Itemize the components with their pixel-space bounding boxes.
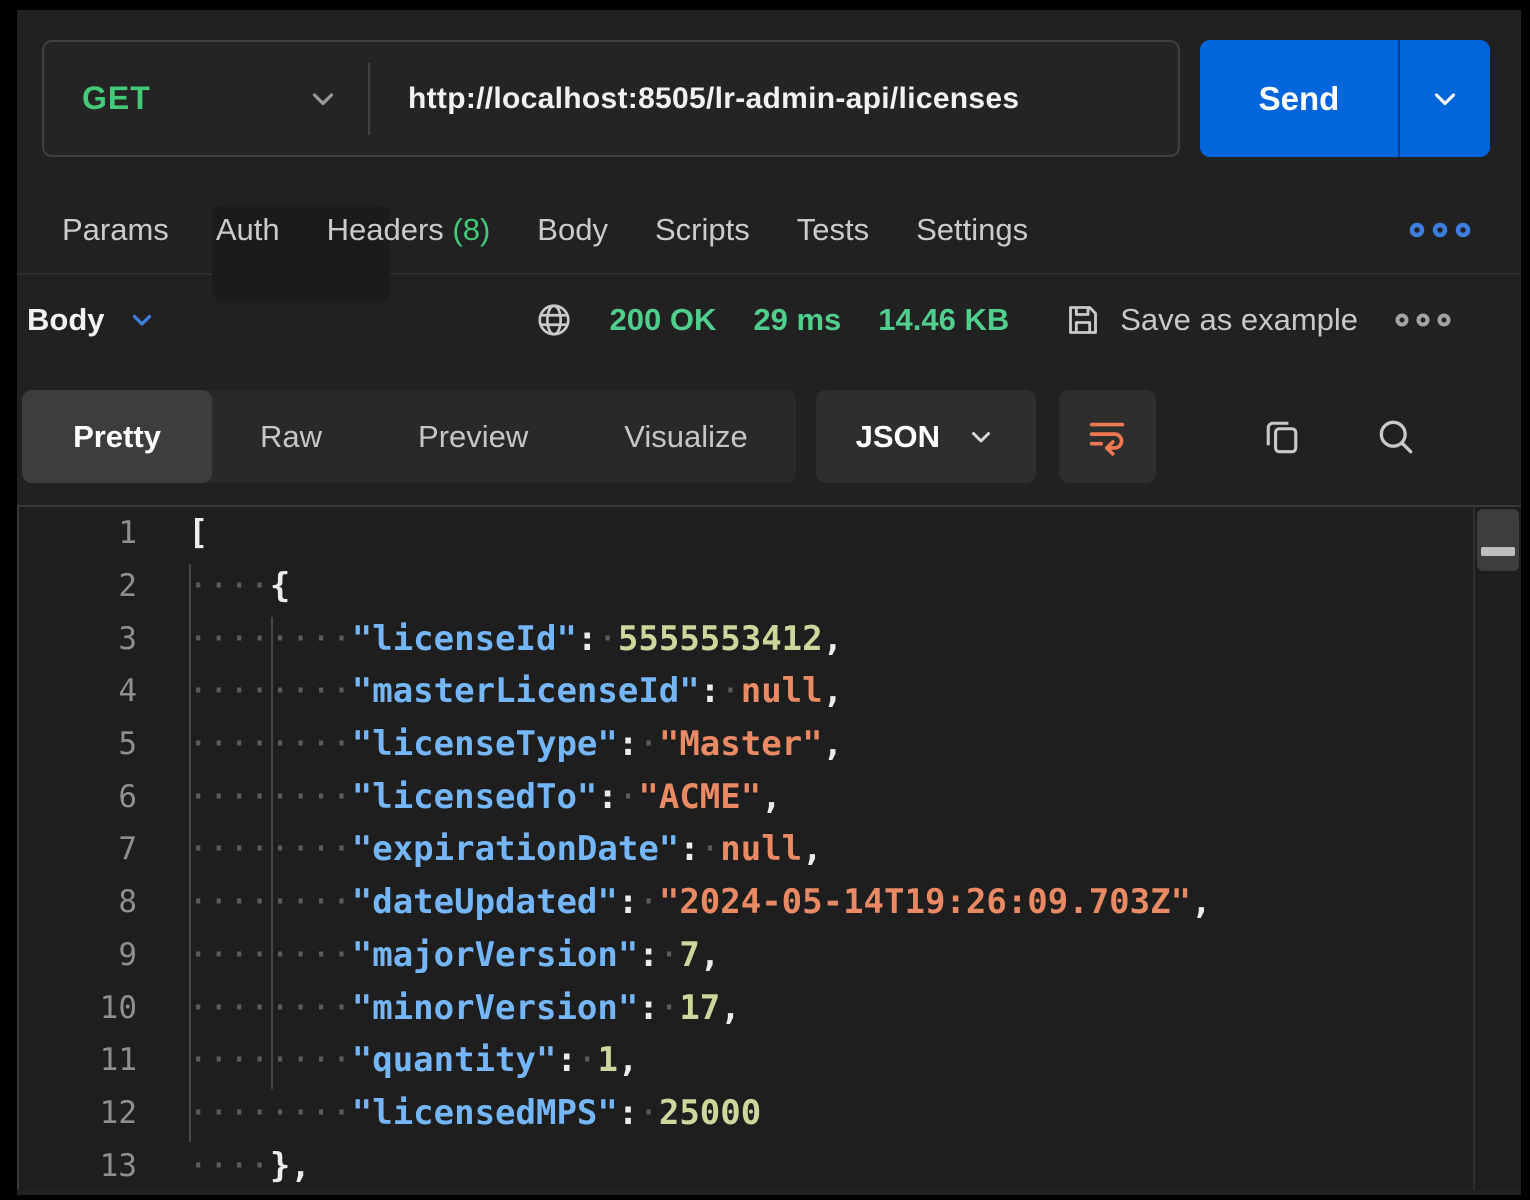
request-tabs: Params Auth Headers (8) Body Scripts Tes… [62, 200, 1471, 260]
tab-scripts[interactable]: Scripts [655, 212, 750, 248]
indent-guide [271, 617, 273, 1089]
save-as-example-button[interactable]: Save as example [1120, 302, 1358, 338]
tab-headers[interactable]: Headers (8) [327, 212, 491, 248]
headers-count-badge: (8) [452, 212, 490, 247]
code-line: 6········"licensedTo":·"ACME", [19, 770, 1521, 823]
tab-params[interactable]: Params [62, 212, 169, 248]
line-number: 5 [19, 726, 137, 762]
code-line: 3········"licenseId":·5555553412, [19, 612, 1521, 665]
code-line: 4········"masterLicenseId":·null, [19, 665, 1521, 718]
url-input[interactable]: http://localhost:8505/lr-admin-api/licen… [408, 82, 1019, 116]
send-options-button[interactable] [1400, 40, 1490, 157]
code-line: 2····{ [19, 560, 1521, 613]
code-line: 8········"dateUpdated":·"2024-05-14T19:2… [19, 876, 1521, 929]
status-badge[interactable]: 200 OK [610, 302, 717, 338]
response-body-editor[interactable]: 1[2····{3········"licenseId":·5555553412… [17, 505, 1521, 1190]
wrap-text-button[interactable] [1059, 390, 1156, 483]
line-number: 10 [19, 990, 137, 1026]
line-number: 1 [19, 515, 137, 551]
save-icon[interactable] [1063, 300, 1103, 340]
search-icon[interactable] [1374, 415, 1418, 459]
tab-settings[interactable]: Settings [916, 212, 1028, 248]
chevron-down-icon [966, 422, 996, 452]
line-number: 4 [19, 673, 137, 709]
line-number: 12 [19, 1095, 137, 1131]
scrollbar-thumb[interactable] [1477, 509, 1519, 571]
scrollbar-track[interactable] [1473, 507, 1521, 1190]
line-number: 7 [19, 831, 137, 867]
more-options-icon[interactable] [1395, 307, 1451, 333]
line-number: 6 [19, 779, 137, 815]
globe-icon [535, 301, 573, 339]
scrollbar-marker [1481, 547, 1515, 556]
code-line: 12········"licensedMPS":·25000 [19, 1087, 1521, 1140]
response-size[interactable]: 14.46 KB [878, 302, 1009, 338]
copy-icon[interactable] [1260, 415, 1304, 459]
view-tab-preview[interactable]: Preview [370, 390, 576, 483]
code-line: 9········"majorVersion":·7, [19, 929, 1521, 982]
tab-tests[interactable]: Tests [797, 212, 869, 248]
code-line: 10········"minorVersion":·17, [19, 981, 1521, 1034]
method-selector[interactable]: GET [44, 80, 368, 117]
tab-body[interactable]: Body [537, 212, 608, 248]
chevron-down-icon [306, 82, 340, 116]
indent-guide [189, 564, 191, 1142]
more-options-icon[interactable] [1409, 216, 1471, 244]
wrap-text-icon [1084, 414, 1130, 460]
response-view-bar: Pretty Raw Preview Visualize JSON [22, 390, 1521, 483]
view-tab-raw[interactable]: Raw [212, 390, 370, 483]
method-label: GET [82, 80, 151, 117]
code-lines: 1[2····{3········"licenseId":·5555553412… [19, 507, 1521, 1190]
response-pane-selector[interactable]: Body [27, 302, 105, 338]
code-line: 5········"licenseType":·"Master", [19, 718, 1521, 771]
view-tab-pretty[interactable]: Pretty [22, 390, 212, 483]
send-button-group: Send [1200, 40, 1490, 157]
code-line: 13····}, [19, 1139, 1521, 1190]
line-number: 13 [19, 1148, 137, 1184]
code-line: 1[ [19, 507, 1521, 560]
line-number: 2 [19, 568, 137, 604]
line-number: 3 [19, 621, 137, 657]
request-response-panel: GET http://localhost:8505/lr-admin-api/l… [17, 10, 1521, 1195]
line-number: 11 [19, 1042, 137, 1078]
view-tab-visualize[interactable]: Visualize [576, 390, 796, 483]
response-time[interactable]: 29 ms [753, 302, 841, 338]
chevron-down-icon[interactable] [127, 305, 157, 335]
code-line: 7········"expirationDate":·null, [19, 823, 1521, 876]
send-button[interactable]: Send [1200, 40, 1398, 157]
method-url-divider [368, 63, 370, 135]
chevron-down-icon [1428, 82, 1462, 116]
language-selector[interactable]: JSON [816, 390, 1036, 483]
request-url-box: GET http://localhost:8505/lr-admin-api/l… [42, 40, 1180, 157]
request-bar: GET http://localhost:8505/lr-admin-api/l… [42, 40, 1521, 157]
view-tab-strip: Pretty Raw Preview Visualize [22, 390, 796, 483]
line-number: 8 [19, 884, 137, 920]
code-line: 11········"quantity":·1, [19, 1034, 1521, 1087]
line-number: 9 [19, 937, 137, 973]
tab-auth[interactable]: Auth [216, 212, 280, 248]
language-label: JSON [856, 419, 940, 455]
